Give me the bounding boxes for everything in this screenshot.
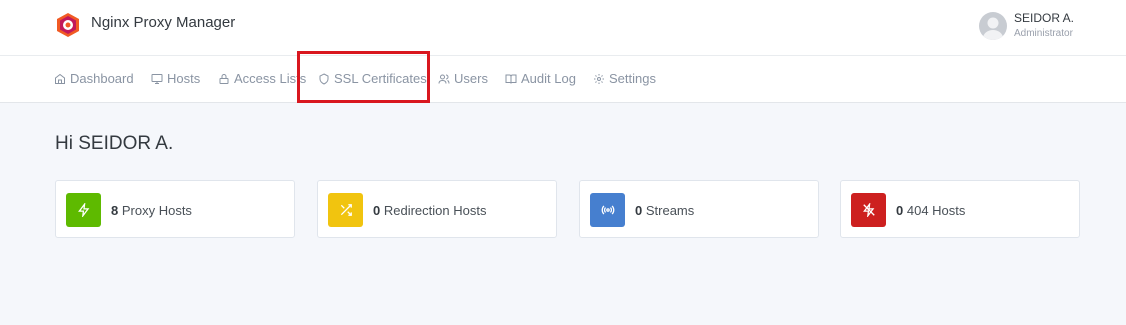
user-name[interactable]: SEIDOR A. <box>1014 11 1074 25</box>
nav-item-label: Access Lists <box>234 71 307 86</box>
card-count: 0 <box>635 203 643 218</box>
book-icon <box>505 74 517 84</box>
card-label: 0 Streams <box>635 203 694 218</box>
monitor-icon <box>151 73 163 84</box>
nginx-proxy-manager-logo-icon[interactable] <box>56 12 80 38</box>
gear-icon <box>594 73 604 84</box>
card-label: 0 404 Hosts <box>896 203 965 218</box>
app-title[interactable]: Nginx Proxy Manager <box>91 14 235 31</box>
card-text: Streams <box>645 203 695 218</box>
nav-item-label: Dashboard <box>70 71 134 86</box>
nav-item-audit-log[interactable]: Audit Log <box>505 71 576 86</box>
home-icon <box>55 73 65 84</box>
card-label: 0 Redirection Hosts <box>373 203 486 218</box>
zap-off-icon <box>851 193 886 227</box>
nav-item-settings[interactable]: Settings <box>593 71 656 86</box>
card-count: 0 <box>373 203 381 218</box>
nav-item-dashboard[interactable]: Dashboard <box>54 71 134 86</box>
users-icon <box>438 74 450 84</box>
nav-item-label: Hosts <box>167 71 201 86</box>
lock-icon <box>219 73 229 84</box>
user-avatar-icon[interactable] <box>979 12 1007 40</box>
card-text: 404 Hosts <box>906 203 966 218</box>
greeting-heading: Hi SEIDOR A. <box>55 133 174 154</box>
stat-card-redirection-hosts[interactable]: 0 Redirection Hosts <box>317 180 557 238</box>
nav-item-label: Users <box>454 71 488 86</box>
card-text: Redirection Hosts <box>383 203 487 218</box>
card-count: 0 <box>896 203 904 218</box>
zap-icon <box>66 193 101 227</box>
stat-card-404-hosts[interactable]: 0 404 Hosts <box>840 180 1080 238</box>
card-label: 8 Proxy Hosts <box>111 203 192 218</box>
top-header: Nginx Proxy Manager SEIDOR A. Administra… <box>0 0 1126 56</box>
radio-icon <box>590 193 625 227</box>
nav-item-label: Settings <box>609 71 656 86</box>
card-count: 8 <box>111 203 119 218</box>
highlight-box <box>297 51 430 103</box>
card-text: Proxy Hosts <box>121 203 192 218</box>
main-nav: Dashboard Hosts Access Lists SSL Certifi… <box>0 56 1126 103</box>
nav-item-access-lists[interactable]: Access Lists <box>218 71 306 86</box>
shuffle-icon <box>328 193 363 227</box>
nav-item-users[interactable]: Users <box>438 71 488 86</box>
user-role: Administrator <box>1014 28 1073 39</box>
nav-item-label: Audit Log <box>521 71 576 86</box>
stat-card-streams[interactable]: 0 Streams <box>579 180 819 238</box>
stat-card-proxy-hosts[interactable]: 8 Proxy Hosts <box>55 180 295 238</box>
nav-item-hosts[interactable]: Hosts <box>151 71 200 86</box>
